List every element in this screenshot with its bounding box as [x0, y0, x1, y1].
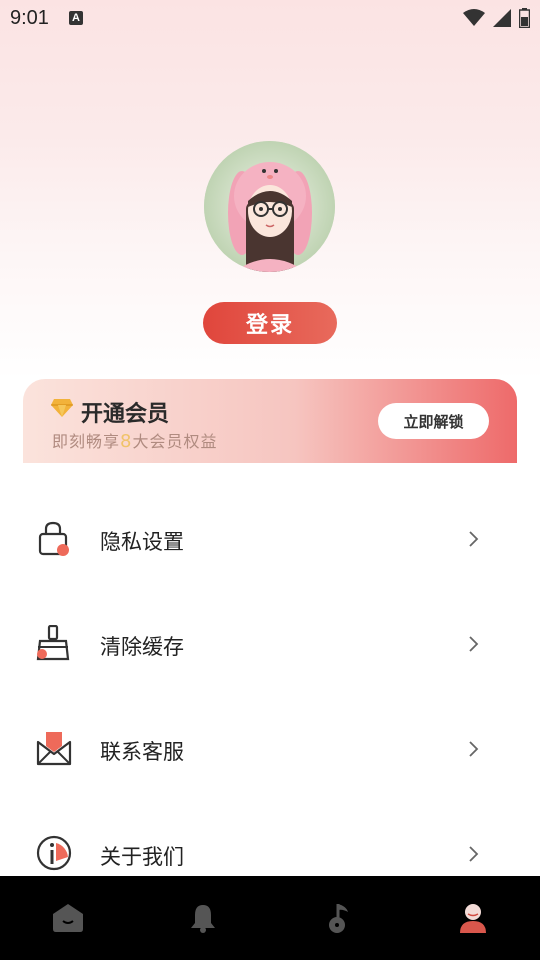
diamond-icon	[51, 399, 73, 417]
bell-icon	[190, 905, 215, 933]
profile-icon	[459, 904, 486, 933]
menu-item-label: 隐私设置	[100, 530, 184, 554]
menu-item-privacy[interactable]: 隐私设置	[0, 486, 540, 591]
menu-item-label: 联系客服	[100, 740, 184, 764]
menu-item-label: 清除缓存	[100, 635, 184, 659]
settings-menu: 隐私设置 清除缓存 联系客服 关于我们	[0, 486, 540, 906]
bottom-tab-bar	[0, 876, 540, 960]
notification-indicator: A	[68, 11, 83, 25]
vip-subtitle: 即刻畅享8大会员权益	[52, 428, 217, 452]
vip-subtitle-suffix: 大会员权益	[132, 432, 218, 451]
wifi-icon	[463, 9, 485, 26]
menu-item-label: 关于我们	[100, 845, 184, 869]
status-bar: 9:01 A	[0, 0, 540, 36]
broom-icon	[36, 625, 70, 661]
music-icon	[328, 904, 348, 933]
battery-icon	[519, 8, 530, 28]
tab-home[interactable]	[0, 876, 135, 960]
vip-subtitle-prefix: 即刻畅享	[52, 432, 121, 451]
vip-subtitle-number: 8	[120, 431, 133, 452]
menu-item-customer-service[interactable]: 联系客服	[0, 696, 540, 801]
status-icons	[463, 8, 530, 28]
tab-profile[interactable]	[405, 876, 540, 960]
menu-item-clear-cache[interactable]: 清除缓存	[0, 591, 540, 696]
vip-title: 开通会员	[81, 402, 170, 427]
chevron-right-icon	[469, 846, 479, 862]
chevron-right-icon	[469, 531, 479, 547]
vip-card[interactable]: 开通会员 即刻畅享8大会员权益 立即解锁	[23, 379, 517, 463]
signal-icon	[493, 9, 511, 27]
status-time: 9:01	[10, 6, 49, 29]
chevron-right-icon	[469, 636, 479, 652]
tab-music[interactable]	[270, 876, 405, 960]
lock-icon	[38, 521, 69, 556]
unlock-button[interactable]: 立即解锁	[378, 403, 489, 439]
login-button[interactable]: 登录	[203, 302, 337, 344]
mail-icon	[36, 732, 72, 766]
avatar-illustration	[204, 141, 335, 272]
tab-notifications[interactable]	[135, 876, 270, 960]
home-icon	[52, 904, 83, 932]
info-icon	[36, 835, 72, 871]
chevron-right-icon	[469, 741, 479, 757]
avatar[interactable]	[204, 141, 335, 272]
